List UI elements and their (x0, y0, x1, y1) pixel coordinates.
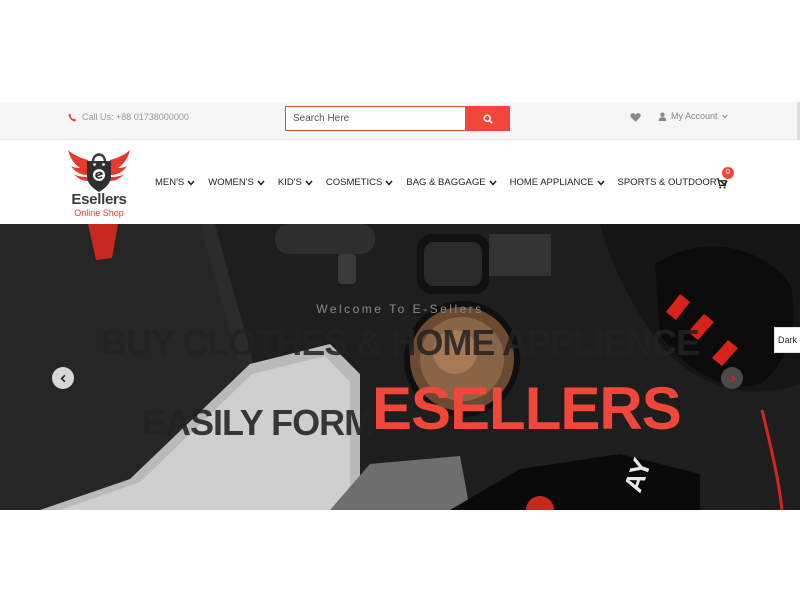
nav-item-sports-outdoor[interactable]: SPORTS & OUTDOOR (618, 177, 728, 188)
chevron-left-icon (60, 374, 65, 382)
nav-item-label: HOME APPLIANCE (509, 177, 594, 188)
nav-item-label: COSMETICS (325, 177, 383, 188)
user-icon (658, 112, 667, 121)
main-navbar: Esellers Online Shop MEN'S WOMEN'S KID'S… (0, 140, 800, 224)
nav-item-womens[interactable]: WOMEN'S (208, 177, 265, 188)
hero-headline-line-2: EASILY FORM (142, 402, 374, 443)
top-bar: Call Us: +88 01738000000 My Account (0, 102, 800, 140)
chevron-right-icon (730, 374, 735, 382)
chevron-down-icon (385, 180, 393, 186)
nav-item-kids[interactable]: KID'S (278, 177, 313, 188)
my-account-label: My Account (671, 111, 718, 121)
heart-icon[interactable] (630, 112, 641, 123)
call-us-info: Call Us: +88 01738000000 (68, 112, 189, 122)
hero-headline-line-1: BUY CLOTHES & HOME APPLIENCE (100, 322, 700, 363)
nav-item-label: SPORTS & OUTDOOR (617, 177, 717, 188)
call-us-text: Call Us: +88 01738000000 (82, 112, 189, 122)
nav-item-mens[interactable]: MEN'S (155, 177, 195, 188)
hero-slider: AY Welcome To E-Sellers BUY CLOTHES & HO… (0, 224, 800, 510)
chevron-down-icon (721, 114, 728, 118)
cart-button[interactable]: 0 (716, 167, 734, 190)
chevron-down-icon (305, 180, 313, 186)
dark-mode-toggle[interactable]: Dark (774, 327, 800, 353)
cart-icon (716, 178, 728, 189)
logo-tagline: Online Shop (74, 208, 124, 218)
cart-count-badge: 0 (722, 167, 734, 179)
nav-item-bag-baggage[interactable]: BAG & BAGGAGE (406, 177, 497, 188)
slider-prev-button[interactable] (52, 367, 74, 389)
chevron-down-icon (187, 180, 195, 186)
hero-brand-accent: ESELLERS (372, 375, 682, 442)
nav-item-label: MEN'S (155, 177, 185, 188)
search-icon (482, 113, 493, 124)
hero-welcome-text: Welcome To E-Sellers (316, 302, 484, 316)
nav-item-label: KID'S (277, 177, 302, 188)
phone-icon (68, 113, 77, 121)
nav-item-label: BAG & BAGGAGE (406, 177, 486, 188)
slider-next-button[interactable] (721, 367, 743, 389)
hero-background-image: AY (0, 224, 800, 510)
nav-item-cosmetics[interactable]: COSMETICS (326, 177, 393, 188)
search-bar (285, 106, 510, 131)
search-input[interactable] (285, 106, 465, 131)
shopping-bag-wings-logo-icon (68, 150, 130, 192)
chevron-down-icon (257, 180, 265, 186)
my-account-menu[interactable]: My Account (658, 111, 728, 121)
logo-brand-name: Esellers (71, 191, 127, 208)
chevron-down-icon (596, 180, 605, 186)
search-button[interactable] (465, 106, 510, 131)
category-menu: MEN'S WOMEN'S KID'S COSMETICS BAG & BAGG… (155, 177, 741, 188)
site-logo[interactable]: Esellers Online Shop (66, 146, 132, 222)
chevron-down-icon (489, 180, 497, 186)
nav-item-label: WOMEN'S (208, 177, 254, 188)
nav-item-home-appliance[interactable]: HOME APPLIANCE (510, 177, 605, 188)
